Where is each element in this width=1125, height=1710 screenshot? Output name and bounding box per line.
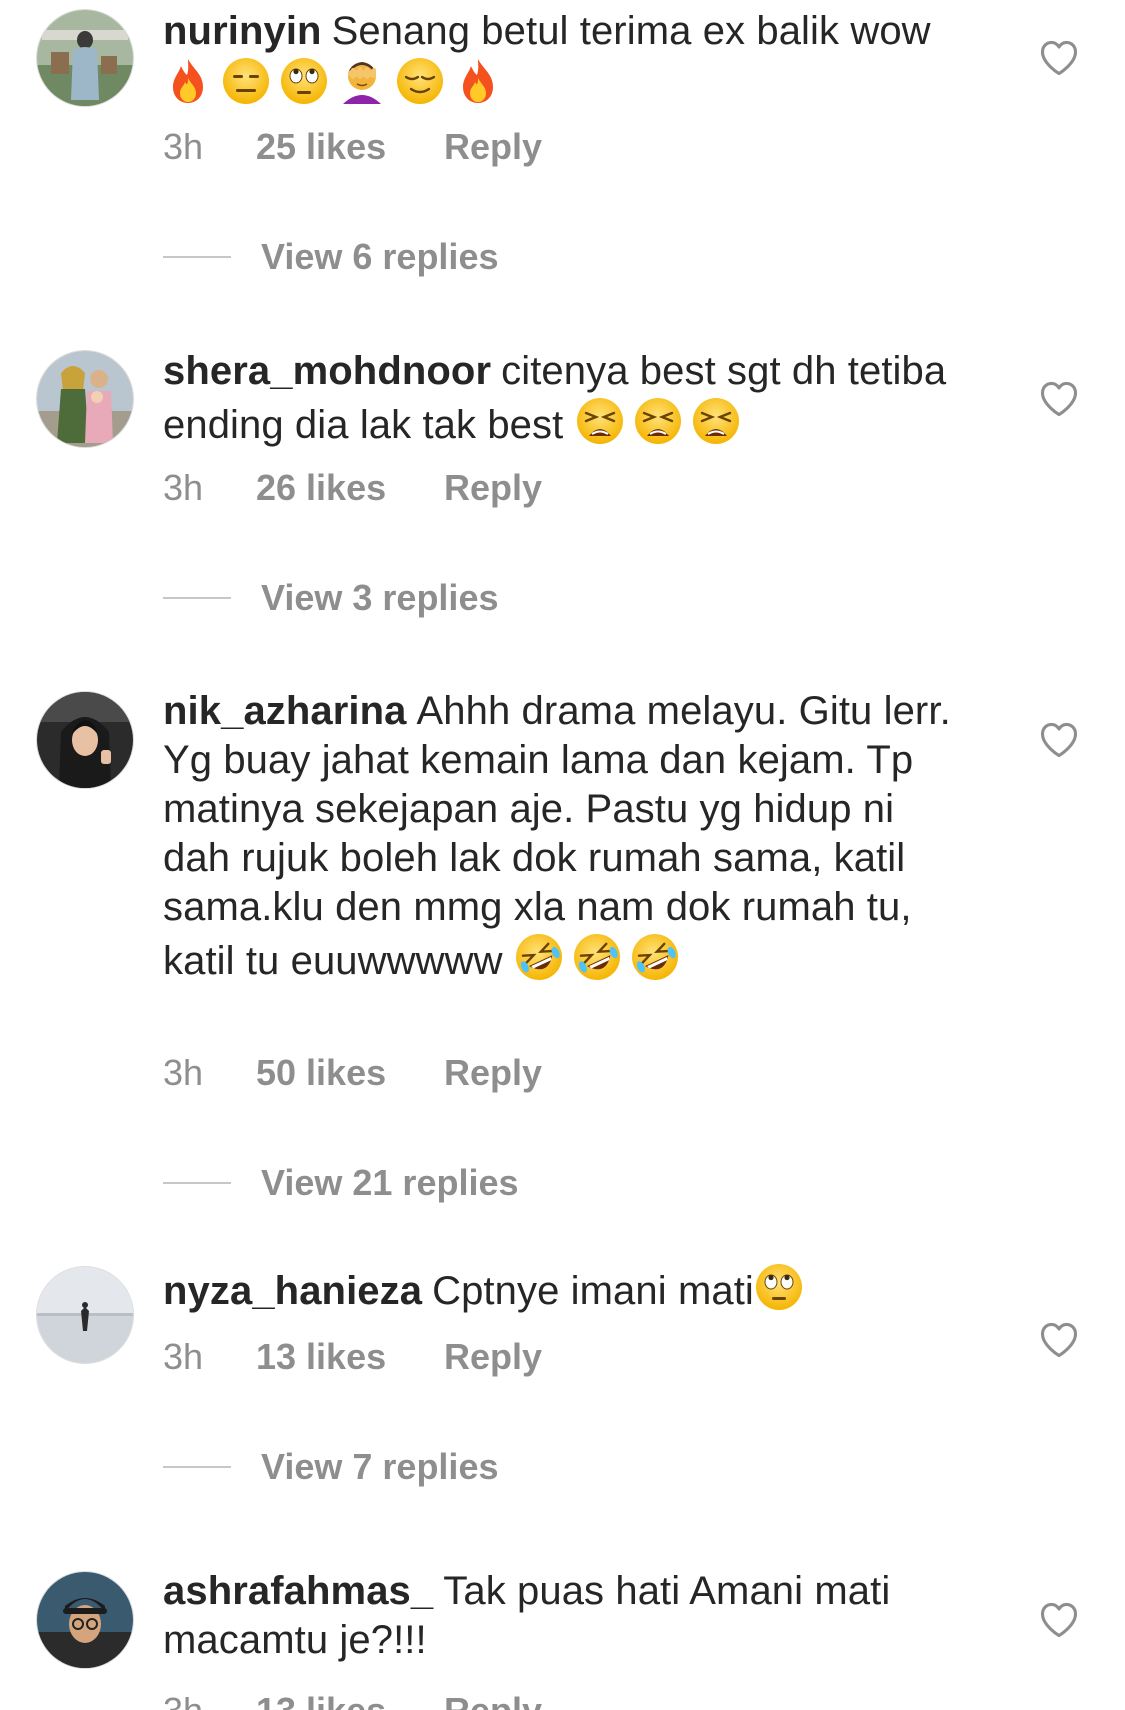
emoji-row [575, 403, 749, 447]
comment-meta: 3h 25 likes Reply [163, 126, 542, 168]
comment-meta: 3h 13 likes Reply [163, 1336, 542, 1378]
heart-outline-icon[interactable] [1037, 377, 1081, 421]
view-replies-button[interactable]: View 21 replies [163, 1162, 519, 1204]
comments-list: nurinyin Senang betul terima ex balik wow… [0, 0, 1125, 1710]
view-replies-label[interactable]: View 7 replies [261, 1446, 498, 1488]
view-replies-label[interactable]: View 3 replies [261, 577, 498, 619]
comment-likes-count[interactable]: 13 likes [256, 1690, 444, 1710]
comment-text: Cptnye imani mati [432, 1269, 754, 1313]
comment-username[interactable]: nyza_hanieza [163, 1269, 422, 1313]
comment-likes-count[interactable]: 26 likes [256, 467, 444, 509]
avatar[interactable] [37, 10, 133, 106]
reply-button[interactable]: Reply [444, 1052, 542, 1094]
replies-divider [163, 256, 231, 258]
comment-likes-count[interactable]: 25 likes [256, 126, 444, 168]
replies-divider [163, 597, 231, 599]
heart-outline-icon[interactable] [1037, 718, 1081, 762]
avatar[interactable] [37, 1267, 133, 1363]
comment-username[interactable]: nik_azharina [163, 689, 407, 733]
facepalm-emoji [337, 56, 387, 106]
comment-body: shera_mohdnoor citenya best sgt dh tetiba… [163, 347, 963, 450]
relieved-emoji [395, 56, 445, 106]
comment-meta: 3h 50 likes Reply [163, 1052, 542, 1094]
rofl-emoji [630, 932, 680, 982]
emoji-row [754, 1269, 812, 1313]
replies-divider [163, 1466, 231, 1468]
view-replies-button[interactable]: View 3 replies [163, 577, 498, 619]
comment-body: nik_azharina Ahhh drama melayu. Gitu lerr… [163, 687, 963, 986]
comment-username[interactable]: shera_mohdnoor [163, 349, 491, 393]
rofl-emoji [572, 932, 622, 982]
comment-timestamp: 3h [163, 1690, 256, 1710]
reply-button[interactable]: Reply [444, 1690, 542, 1710]
heart-outline-icon[interactable] [1037, 36, 1081, 80]
comment-timestamp: 3h [163, 126, 204, 167]
eye-roll-emoji [754, 1262, 804, 1312]
weary-emoji [575, 396, 625, 446]
comment-timestamp: 3h [163, 467, 204, 508]
emoji-row [514, 939, 688, 983]
heart-outline-icon[interactable] [1037, 1598, 1081, 1642]
reply-button[interactable]: Reply [444, 126, 542, 168]
comment-body: nyza_hanieza Cptnye imani mati [163, 1262, 963, 1316]
comment-likes-count[interactable]: 50 likes [256, 1052, 444, 1094]
avatar[interactable] [37, 692, 133, 788]
replies-divider [163, 1182, 231, 1184]
reply-button[interactable]: Reply [444, 1336, 542, 1378]
view-replies-label[interactable]: View 6 replies [261, 236, 498, 278]
expressionless-emoji [221, 56, 271, 106]
comment-likes-count[interactable]: 13 likes [256, 1336, 444, 1378]
comment-meta: 3h 26 likes Reply [163, 467, 542, 509]
view-replies-label[interactable]: View 21 replies [261, 1162, 519, 1204]
weary-emoji [633, 396, 683, 446]
weary-emoji [691, 396, 741, 446]
comment-username[interactable]: ashrafahmas_ [163, 1569, 433, 1613]
eye-roll-emoji [279, 56, 329, 106]
avatar[interactable] [37, 1572, 133, 1668]
fire-emoji [453, 56, 503, 106]
comment-text: Senang betul terima ex balik wow [331, 9, 931, 53]
comment-body: ashrafahmas_ Tak puas hati Amani mati mac… [163, 1567, 963, 1665]
comment-meta: 3h 13 likes Reply [163, 1690, 542, 1710]
heart-outline-icon[interactable] [1037, 1318, 1081, 1362]
comment-timestamp: 3h [163, 1052, 204, 1093]
comment-timestamp: 3h [163, 1336, 204, 1377]
avatar[interactable] [37, 351, 133, 447]
view-replies-button[interactable]: View 7 replies [163, 1446, 498, 1488]
view-replies-button[interactable]: View 6 replies [163, 236, 498, 278]
reply-button[interactable]: Reply [444, 467, 542, 509]
fire-emoji [163, 56, 213, 106]
rofl-emoji [514, 932, 564, 982]
comment-username[interactable]: nurinyin [163, 9, 322, 53]
emoji-row [163, 63, 511, 107]
comment-body: nurinyin Senang betul terima ex balik wow [163, 7, 963, 110]
